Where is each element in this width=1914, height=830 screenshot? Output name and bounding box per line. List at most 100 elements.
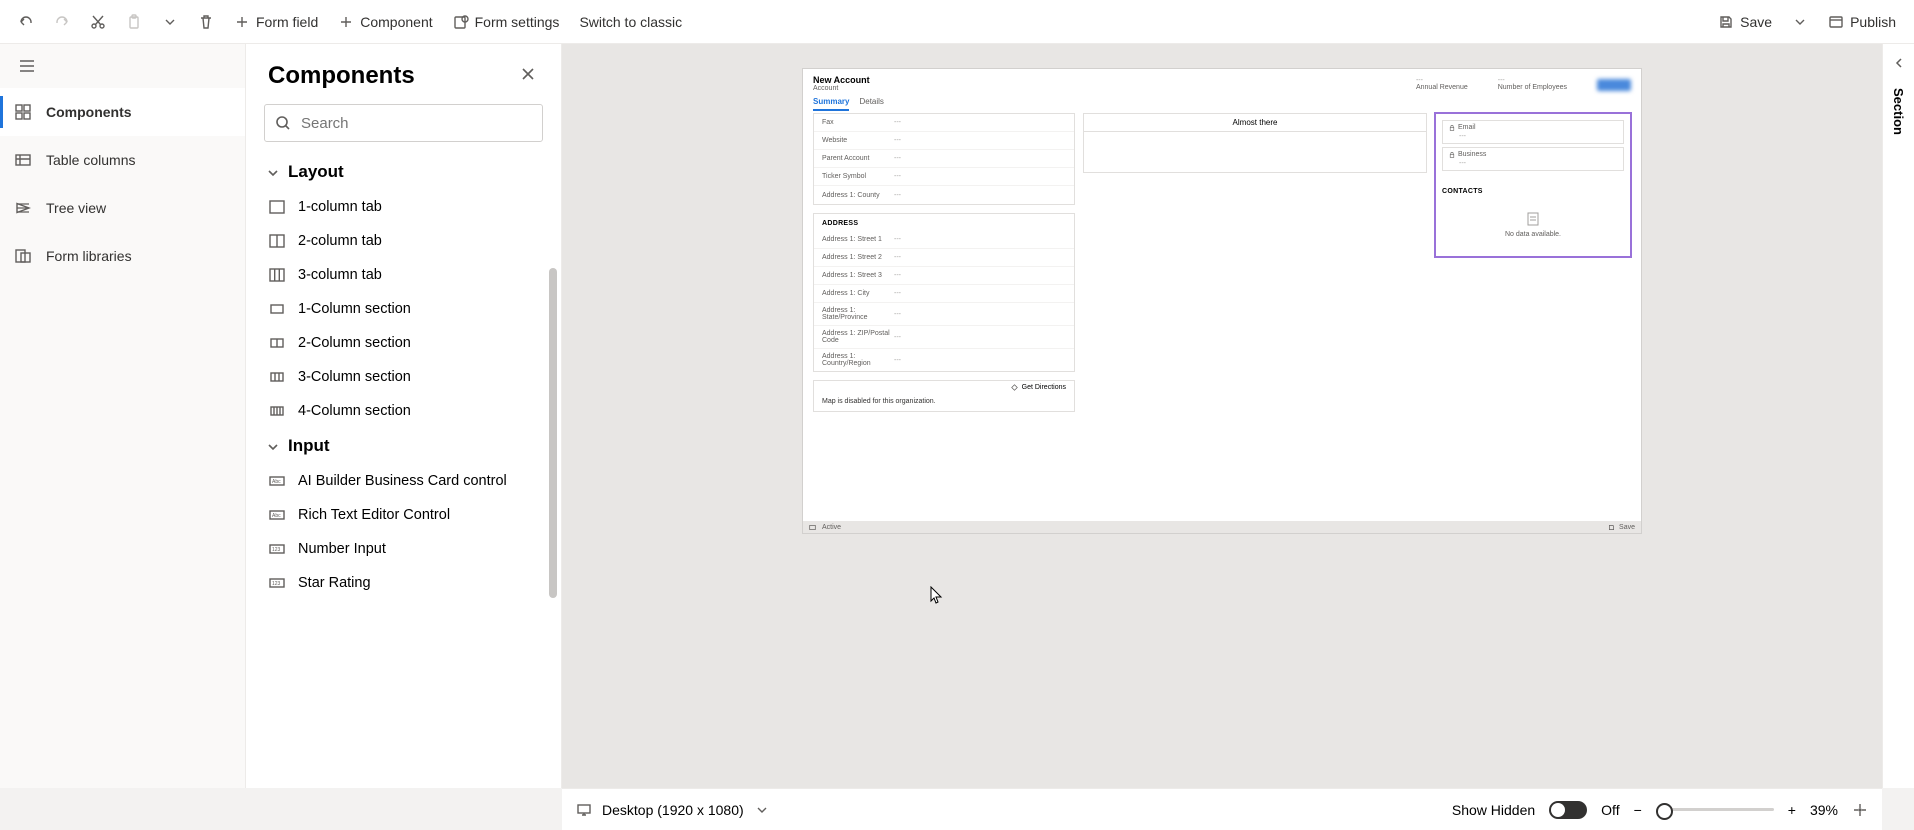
show-hidden-state: Off — [1601, 802, 1619, 818]
switch-classic-button[interactable]: Switch to classic — [569, 4, 692, 40]
comp-star-rating[interactable]: 123 Star Rating — [262, 566, 545, 600]
get-directions-label: Get Directions — [1022, 384, 1066, 391]
switch-classic-label: Switch to classic — [579, 14, 682, 30]
comp-1-column-tab[interactable]: 1-column tab — [262, 190, 545, 224]
nav-components-label: Components — [46, 104, 132, 120]
components-panel: Components Layout 1-column tab 2-column … — [246, 44, 562, 788]
comp-1-column-section[interactable]: 1-Column section — [262, 292, 545, 326]
timeline-section[interactable]: Almost there — [1083, 113, 1427, 173]
show-hidden-toggle[interactable] — [1549, 801, 1587, 819]
scrollbar-thumb[interactable] — [549, 268, 557, 598]
add-component-button[interactable]: Component — [328, 4, 442, 40]
comp-star-rating-label: Star Rating — [298, 575, 371, 591]
hdr-num-employees: Number of Employees — [1498, 84, 1567, 91]
form-settings-label: Form settings — [475, 14, 560, 30]
close-panel-button[interactable] — [517, 63, 539, 90]
comp-2-column-section[interactable]: 2-Column section — [262, 326, 545, 360]
comp-number-input[interactable]: 123Number Input — [262, 532, 545, 566]
document-icon — [1525, 211, 1541, 227]
directions-icon — [1011, 384, 1018, 391]
field-addr1county-label: Address 1: County — [822, 192, 894, 199]
sec-3col-icon — [268, 368, 286, 386]
comp-2-column-tab-label: 2-column tab — [298, 233, 382, 249]
selected-right-section[interactable]: Email--- Business--- CONTACTS No data av… — [1435, 113, 1631, 257]
form-title: New Account — [813, 75, 870, 85]
fit-to-screen-button[interactable] — [1852, 802, 1868, 818]
viewport-dropdown[interactable] — [754, 802, 770, 818]
field-website-label: Website — [822, 137, 894, 144]
addr-street2-label: Address 1: Street 2 — [822, 254, 894, 261]
form-settings-button[interactable]: Form settings — [443, 4, 570, 40]
form-entity: Account — [813, 85, 870, 92]
123-icon: 123 — [268, 574, 286, 592]
undo-button[interactable] — [8, 4, 44, 40]
publish-button[interactable]: Publish — [1818, 4, 1906, 40]
nav-table-columns[interactable]: Table columns — [0, 136, 245, 184]
tab-3col-icon — [268, 266, 286, 284]
svg-text:123: 123 — [272, 581, 281, 587]
save-button[interactable]: Save — [1708, 4, 1782, 40]
address-section[interactable]: ADDRESS Address 1: Street 1--- Address 1… — [813, 213, 1075, 372]
sec-4col-icon — [268, 402, 286, 420]
paste-button[interactable] — [116, 4, 152, 40]
group-input-toggle[interactable]: Input — [262, 428, 545, 464]
search-icon — [275, 115, 291, 131]
form-canvas[interactable]: New Account Account ---Annual Revenue --… — [562, 44, 1882, 788]
zoom-slider[interactable] — [1656, 808, 1774, 811]
comp-rich-text[interactable]: AbcRich Text Editor Control — [262, 498, 545, 532]
account-info-section[interactable]: Fax--- Website--- Parent Account--- Tick… — [813, 113, 1075, 205]
save-dropdown-button[interactable] — [1782, 4, 1818, 40]
group-layout-label: Layout — [288, 162, 344, 182]
expand-property-pane-button[interactable] — [1893, 56, 1905, 74]
comp-ai-builder-label: AI Builder Business Card control — [298, 473, 507, 489]
save-small-icon — [1608, 524, 1615, 531]
group-layout-toggle[interactable]: Layout — [262, 154, 545, 190]
comp-2-column-section-label: 2-Column section — [298, 335, 411, 351]
map-disabled-message: Map is disabled for this organization. — [814, 394, 1074, 411]
field-business[interactable]: Business--- — [1442, 147, 1624, 171]
comp-1-column-section-label: 1-Column section — [298, 301, 411, 317]
nav-form-libraries-label: Form libraries — [46, 248, 132, 264]
map-section[interactable]: Get Directions Map is disabled for this … — [813, 380, 1075, 412]
status-bar: Desktop (1920 x 1080) Show Hidden Off − … — [562, 788, 1882, 830]
comp-ai-builder[interactable]: Abc AI Builder Business Card control — [262, 464, 545, 498]
comp-3-column-section-label: 3-Column section — [298, 369, 411, 385]
zoom-in-button[interactable]: + — [1788, 802, 1796, 818]
nav-form-libraries[interactable]: Form libraries — [0, 232, 245, 280]
chevron-down-icon — [266, 165, 280, 179]
addr-state-label: Address 1: State/Province — [822, 307, 894, 321]
svg-text:Abc: Abc — [272, 479, 281, 485]
nav-components[interactable]: Components — [0, 88, 245, 136]
contacts-section-title: CONTACTS — [1442, 182, 1624, 199]
main-area: Components Table columns Tree view Form … — [0, 44, 1914, 788]
nav-tree-view-label: Tree view — [46, 200, 106, 216]
address-section-title: ADDRESS — [814, 214, 1074, 231]
search-input[interactable] — [301, 115, 532, 132]
abc-icon: Abc — [268, 506, 286, 524]
tab-summary[interactable]: Summary — [813, 94, 849, 111]
redo-button[interactable] — [44, 4, 80, 40]
components-icon — [14, 103, 32, 121]
paste-dropdown-button[interactable] — [152, 4, 188, 40]
field-email[interactable]: Email--- — [1442, 120, 1624, 144]
zoom-out-button[interactable]: − — [1634, 802, 1642, 818]
nav-tree-view[interactable]: Tree view — [0, 184, 245, 232]
desktop-icon — [576, 802, 592, 818]
add-form-field-button[interactable]: Form field — [224, 4, 328, 40]
field-parent-account-label: Parent Account — [822, 155, 894, 162]
hamburger-button[interactable] — [0, 44, 245, 88]
lock-icon — [1449, 125, 1455, 131]
delete-button[interactable] — [188, 4, 224, 40]
comp-3-column-tab[interactable]: 3-column tab — [262, 258, 545, 292]
addr-zip-label: Address 1: ZIP/Postal Code — [822, 330, 894, 344]
comp-2-column-tab[interactable]: 2-column tab — [262, 224, 545, 258]
123-icon: 123 — [268, 540, 286, 558]
command-bar: Form field Component Form settings Switc… — [0, 0, 1914, 44]
tab-details[interactable]: Details — [859, 94, 883, 111]
components-search[interactable] — [264, 104, 543, 142]
cut-button[interactable] — [80, 4, 116, 40]
form-tabs: Summary Details — [803, 94, 1641, 111]
comp-3-column-section[interactable]: 3-Column section — [262, 360, 545, 394]
table-columns-icon — [14, 151, 32, 169]
comp-4-column-section[interactable]: 4-Column section — [262, 394, 545, 428]
